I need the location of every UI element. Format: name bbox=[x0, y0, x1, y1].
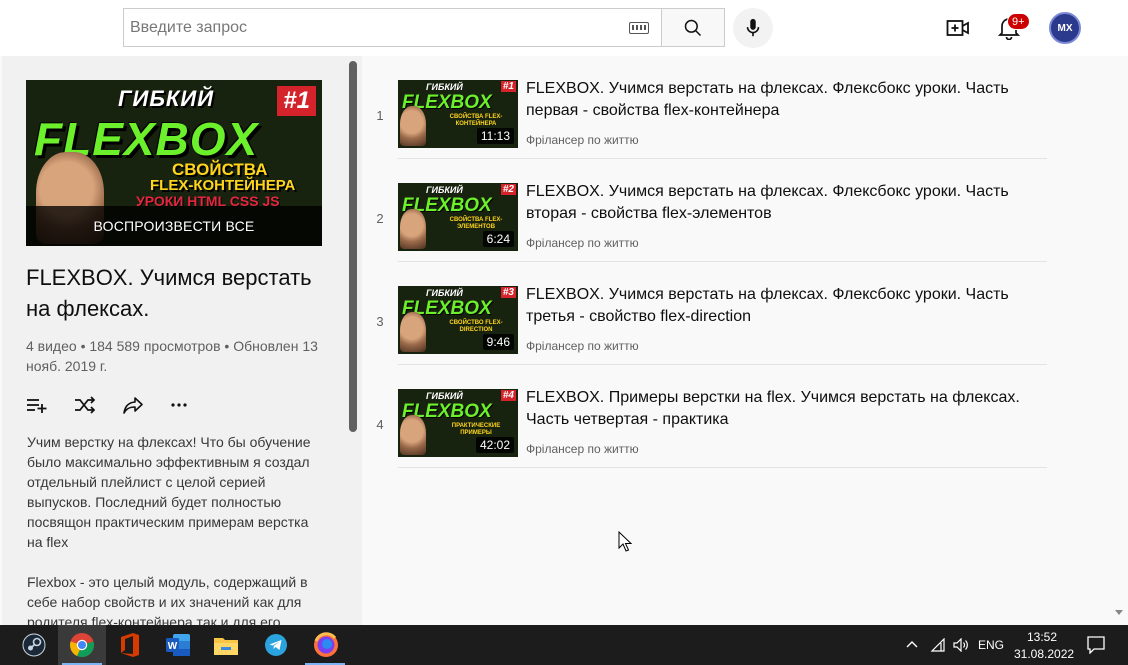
share-button[interactable] bbox=[122, 394, 170, 416]
playlist-video-item[interactable]: 4 ГИБКИЙ #4 FLEXBOX ПРАКТИЧЕСКИЕ ПРИМЕРЫ… bbox=[362, 365, 1048, 468]
video-title[interactable]: FLEXBOX. Учимся верстать на флексах. Фле… bbox=[526, 181, 1036, 225]
video-index: 1 bbox=[376, 108, 384, 123]
video-duration: 42:02 bbox=[475, 437, 514, 453]
more-horizontal-icon bbox=[171, 403, 187, 407]
thumb-top-text: ГИБКИЙ bbox=[426, 391, 463, 401]
channel-name[interactable]: Фрілансер по життю bbox=[526, 339, 639, 353]
video-duration: 6:24 bbox=[482, 231, 514, 247]
mouse-cursor-icon bbox=[618, 531, 632, 552]
microphone-icon bbox=[746, 18, 760, 37]
thumbnail-top-text: ГИБКИЙ bbox=[118, 86, 215, 111]
description-paragraph: Учим верстку на флексах! Что бы обучение… bbox=[27, 434, 311, 550]
clock-date[interactable]: 31.08.2022 bbox=[1014, 647, 1074, 661]
word-icon[interactable]: W bbox=[164, 631, 192, 659]
scroll-down-arrow-icon[interactable] bbox=[1115, 610, 1123, 615]
notification-count-badge: 9+ bbox=[1007, 13, 1030, 30]
description-paragraph: Flexbox - это целый модуль, содержащий в… bbox=[27, 574, 308, 625]
video-index: 4 bbox=[376, 417, 384, 432]
playlist-sidebar: ГИБКИЙ #1 FLEXBOX СВОЙСТВА FLEX-КОНТЕЙНЕ… bbox=[2, 56, 362, 625]
playlist-actions bbox=[26, 394, 218, 416]
create-video-button[interactable] bbox=[944, 14, 972, 42]
clock-time[interactable]: 13:52 bbox=[1027, 630, 1057, 644]
avatar-initials: MX bbox=[1057, 22, 1073, 34]
search-box[interactable] bbox=[123, 8, 662, 47]
share-icon bbox=[123, 397, 143, 414]
chrome-icon[interactable] bbox=[68, 631, 96, 659]
video-index: 3 bbox=[376, 314, 384, 329]
video-index: 2 bbox=[376, 211, 384, 226]
thumb-number: #3 bbox=[500, 287, 516, 298]
file-explorer-icon[interactable] bbox=[212, 631, 240, 659]
thumb-sub-text: СВОЙСТВА FLEX-ЭЛЕМЕНТОВ bbox=[449, 217, 503, 230]
thumb-sub-text: СВОЙСТВА FLEX-КОНТЕЙНЕРА bbox=[449, 114, 503, 127]
search-button[interactable] bbox=[661, 8, 725, 47]
playlist-video-list: 1 ГИБКИЙ #1 FLEXBOX СВОЙСТВА FLEX-КОНТЕЙ… bbox=[362, 56, 1128, 625]
playlist-title: FLEXBOX. Учимся верстать на флексах. bbox=[26, 265, 312, 321]
avatar[interactable]: MX bbox=[1049, 12, 1081, 44]
thumb-top-text: ГИБКИЙ bbox=[426, 185, 463, 195]
thumb-top-text: ГИБКИЙ bbox=[426, 82, 463, 92]
playlist-video-item[interactable]: 3 ГИБКИЙ #3 FLEXBOX СВОЙСТВО FLEX-DIRECT… bbox=[362, 262, 1048, 365]
more-options-button[interactable] bbox=[170, 394, 218, 416]
playlist-video-item[interactable]: 1 ГИБКИЙ #1 FLEXBOX СВОЙСТВА FLEX-КОНТЕЙ… bbox=[362, 56, 1048, 159]
thumb-top-text: ГИБКИЙ bbox=[426, 288, 463, 298]
video-duration: 9:46 bbox=[482, 334, 514, 350]
search-icon bbox=[684, 19, 702, 36]
channel-name[interactable]: Фрілансер по життю bbox=[526, 133, 639, 147]
thumb-number: #2 bbox=[500, 184, 516, 195]
channel-name[interactable]: Фрілансер по життю bbox=[526, 236, 639, 250]
video-title[interactable]: FLEXBOX. Примеры верстки на flex. Учимся… bbox=[526, 387, 1036, 431]
firefox-icon[interactable] bbox=[312, 631, 340, 659]
sidebar-scrollbar[interactable] bbox=[349, 61, 357, 432]
playlist-video-item[interactable]: 2 ГИБКИЙ #2 FLEXBOX СВОЙСТВА FLEX-ЭЛЕМЕН… bbox=[362, 159, 1048, 262]
windows-taskbar: W ENG 13:52 31.08.2022 bbox=[0, 625, 1128, 665]
thumb-face-image bbox=[400, 312, 426, 352]
video-thumbnail[interactable]: ГИБКИЙ #1 FLEXBOX СВОЙСТВА FLEX-КОНТЕЙНЕ… bbox=[398, 80, 518, 148]
thumbnail-sub-text-2: FLEX-КОНТЕЙНЕРА bbox=[150, 177, 296, 194]
keyboard-icon[interactable] bbox=[629, 22, 649, 34]
video-thumbnail[interactable]: ГИБКИЙ #3 FLEXBOX СВОЙСТВО FLEX-DIRECTIO… bbox=[398, 286, 518, 354]
language-indicator[interactable]: ENG bbox=[978, 638, 1004, 652]
save-playlist-button[interactable] bbox=[26, 394, 74, 416]
video-duration: 11:13 bbox=[476, 128, 514, 144]
notification-center-icon[interactable] bbox=[1087, 636, 1105, 654]
video-thumbnail[interactable]: ГИБКИЙ #4 FLEXBOX ПРАКТИЧЕСКИЕ ПРИМЕРЫ 4… bbox=[398, 389, 518, 457]
thumbnail-number: #1 bbox=[277, 86, 316, 116]
shuffle-button[interactable] bbox=[74, 394, 122, 416]
playlist-description: Учим верстку на флексах! Что бы обучение… bbox=[27, 432, 327, 625]
video-add-icon bbox=[946, 20, 969, 36]
shuffle-icon bbox=[75, 396, 96, 414]
svg-text:W: W bbox=[168, 641, 178, 652]
thumb-face-image bbox=[400, 415, 426, 455]
playlist-thumbnail[interactable]: ГИБКИЙ #1 FLEXBOX СВОЙСТВА FLEX-КОНТЕЙНЕ… bbox=[26, 80, 322, 246]
playlist-add-icon bbox=[27, 399, 47, 413]
play-all-label: ВОСПРОИЗВЕСТИ ВСЕ bbox=[93, 218, 255, 234]
chevron-up-icon[interactable] bbox=[906, 640, 918, 648]
thumb-number: #1 bbox=[500, 81, 516, 92]
playlist-stats: 4 видео • 184 589 просмотров • Обновлен … bbox=[26, 338, 318, 374]
thumb-number: #4 bbox=[500, 390, 516, 401]
telegram-icon[interactable] bbox=[262, 631, 290, 659]
thumb-sub-text: СВОЙСТВО FLEX-DIRECTION bbox=[449, 320, 503, 333]
wifi-icon[interactable] bbox=[930, 638, 946, 652]
top-bar: 9+ MX bbox=[0, 0, 1128, 56]
speaker-icon[interactable] bbox=[953, 638, 969, 652]
thumb-sub-text: ПРАКТИЧЕСКИЕ ПРИМЕРЫ bbox=[451, 423, 501, 436]
video-title[interactable]: FLEXBOX. Учимся верстать на флексах. Фле… bbox=[526, 284, 1036, 328]
steam-icon[interactable] bbox=[20, 631, 48, 659]
voice-search-button[interactable] bbox=[733, 8, 773, 48]
thumb-face-image bbox=[400, 209, 426, 249]
search-input[interactable] bbox=[130, 9, 610, 46]
thumb-face-image bbox=[400, 106, 426, 146]
play-all-button[interactable]: ВОСПРОИЗВЕСТИ ВСЕ bbox=[26, 206, 322, 246]
video-thumbnail[interactable]: ГИБКИЙ #2 FLEXBOX СВОЙСТВА FLEX-ЭЛЕМЕНТО… bbox=[398, 183, 518, 251]
office-icon[interactable] bbox=[116, 631, 144, 659]
video-title[interactable]: FLEXBOX. Учимся верстать на флексах. Фле… bbox=[526, 78, 1036, 122]
divider bbox=[398, 467, 1047, 468]
channel-name[interactable]: Фрілансер по життю bbox=[526, 442, 639, 456]
